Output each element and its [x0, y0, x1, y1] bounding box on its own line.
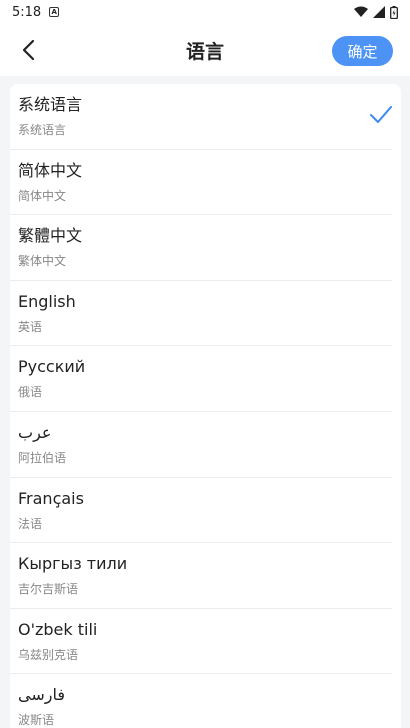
language-item-english[interactable]: English 英语: [10, 281, 392, 347]
language-item-system[interactable]: 系统语言 系统语言: [10, 84, 392, 150]
language-list: 系统语言 系统语言 简体中文 简体中文 繁體中文 繁体中文 English 英语…: [10, 84, 401, 728]
language-item-russian[interactable]: Русский 俄语: [10, 346, 392, 412]
language-name: 简体中文: [18, 160, 83, 180]
status-time: 5:18: [12, 4, 42, 20]
language-name: O'zbek tili: [18, 619, 98, 639]
language-subtitle: 吉尔吉斯语: [18, 582, 79, 597]
language-item-kyrgyz[interactable]: Кыргыз тили 吉尔吉斯语: [10, 543, 392, 609]
page-title: 语言: [185, 40, 224, 63]
status-bar: 5:18 A: [0, 0, 410, 24]
language-item-simplified-chinese[interactable]: 简体中文 简体中文: [10, 150, 392, 216]
language-item-uzbek[interactable]: O'zbek tili 乌兹别克语: [10, 609, 392, 675]
app-bar: 语言 确定: [0, 24, 410, 76]
language-name: 繁體中文: [18, 226, 83, 246]
language-name: Кыргыз тили: [18, 554, 128, 574]
language-name: Русский: [18, 357, 86, 377]
language-item-persian[interactable]: فارسی 波斯语: [10, 674, 392, 728]
language-item-arabic[interactable]: عرب 阿拉伯语: [10, 412, 392, 478]
language-item-french[interactable]: Français 法语: [10, 478, 392, 544]
language-subtitle: 系统语言: [18, 123, 67, 137]
language-name: فارسی: [18, 685, 65, 705]
wifi-icon: [354, 6, 368, 17]
chevron-left-icon: [22, 39, 35, 61]
language-name: English: [18, 291, 76, 311]
back-button[interactable]: [14, 36, 42, 64]
language-subtitle: 阿拉伯语: [18, 450, 67, 465]
signal-icon: [373, 6, 385, 18]
language-name: Français: [18, 488, 84, 508]
check-icon: [370, 106, 392, 123]
language-subtitle: 简体中文: [18, 188, 67, 203]
language-subtitle: 英语: [18, 319, 43, 334]
language-subtitle: 乌兹别克语: [18, 647, 79, 662]
language-subtitle: 法语: [18, 516, 43, 531]
language-item-traditional-chinese[interactable]: 繁體中文 繁体中文: [10, 215, 392, 281]
language-name: عرب: [18, 422, 52, 442]
a-notification-icon: A: [49, 7, 60, 17]
language-subtitle: 波斯语: [18, 713, 55, 728]
confirm-button[interactable]: 确定: [332, 36, 393, 66]
battery-icon: [390, 5, 398, 19]
language-subtitle: 俄语: [18, 385, 43, 400]
language-name: 系统语言: [18, 95, 83, 114]
language-subtitle: 繁体中文: [18, 254, 67, 269]
